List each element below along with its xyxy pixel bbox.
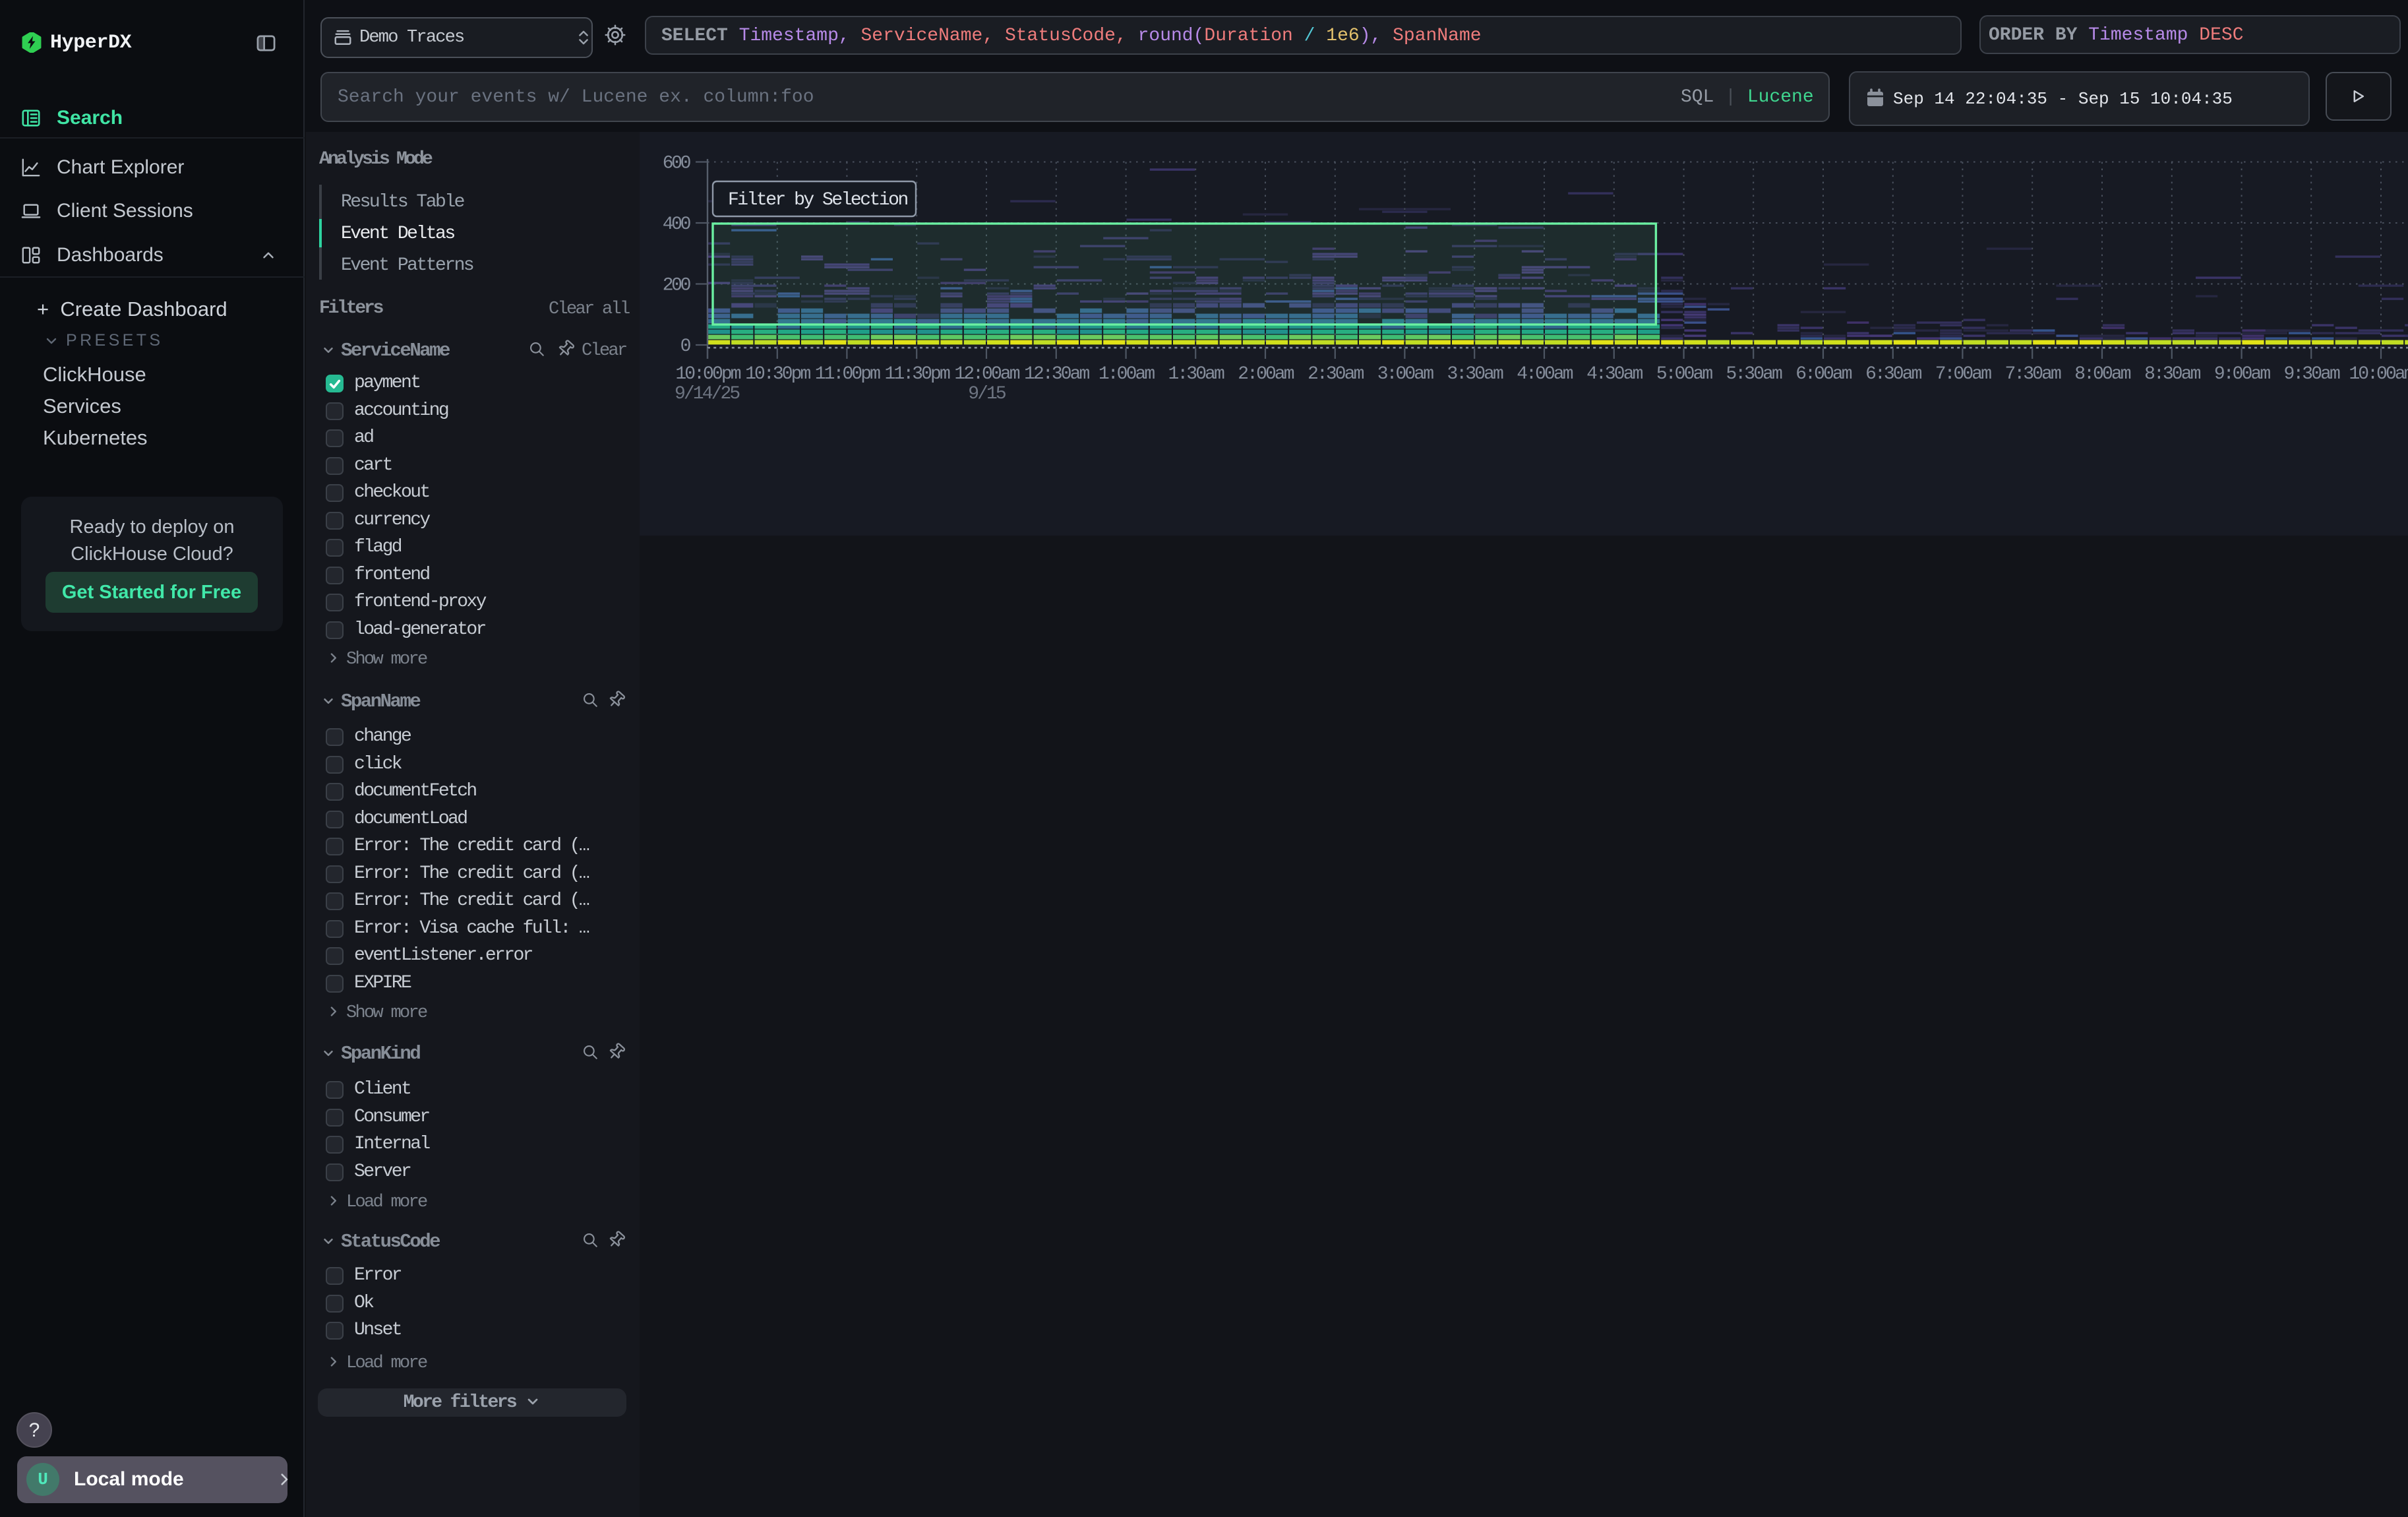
svg-text:4:00am: 4:00am: [1517, 364, 1573, 385]
svg-text:5:00am: 5:00am: [1656, 364, 1713, 385]
svg-text:8:30am: 8:30am: [2144, 364, 2201, 385]
svg-text:11:00pm: 11:00pm: [815, 364, 880, 385]
svg-text:600: 600: [663, 154, 691, 174]
svg-text:3:00am: 3:00am: [1377, 364, 1434, 385]
svg-text:6:30am: 6:30am: [1865, 364, 1922, 385]
svg-text:9:00am: 9:00am: [2214, 364, 2271, 385]
svg-text:5:30am: 5:30am: [1726, 364, 1782, 385]
svg-text:3:30am: 3:30am: [1447, 364, 1503, 385]
svg-text:10:00am: 10:00am: [2349, 364, 2408, 385]
svg-text:9/15: 9/15: [968, 384, 1006, 404]
svg-text:2:00am: 2:00am: [1238, 364, 1294, 385]
svg-text:12:00am: 12:00am: [954, 364, 1019, 385]
svg-text:1:30am: 1:30am: [1168, 364, 1224, 385]
svg-text:0: 0: [680, 336, 691, 357]
svg-text:10:30pm: 10:30pm: [745, 364, 810, 385]
svg-text:4:30am: 4:30am: [1586, 364, 1643, 385]
svg-text:12:30am: 12:30am: [1024, 364, 1089, 385]
svg-text:8:00am: 8:00am: [2074, 364, 2131, 385]
svg-text:Filter by Selection: Filter by Selection: [728, 190, 907, 210]
svg-text:9/14/25: 9/14/25: [675, 384, 740, 404]
svg-text:1:00am: 1:00am: [1099, 364, 1155, 385]
svg-text:9:30am: 9:30am: [2283, 364, 2340, 385]
svg-text:11:30pm: 11:30pm: [885, 364, 950, 385]
svg-text:10:00pm: 10:00pm: [675, 364, 740, 385]
svg-text:200: 200: [663, 276, 691, 296]
svg-text:7:30am: 7:30am: [2004, 364, 2061, 385]
svg-text:7:00am: 7:00am: [1935, 364, 1992, 385]
svg-text:6:00am: 6:00am: [1795, 364, 1852, 385]
svg-text:400: 400: [663, 214, 691, 235]
svg-text:2:30am: 2:30am: [1308, 364, 1364, 385]
